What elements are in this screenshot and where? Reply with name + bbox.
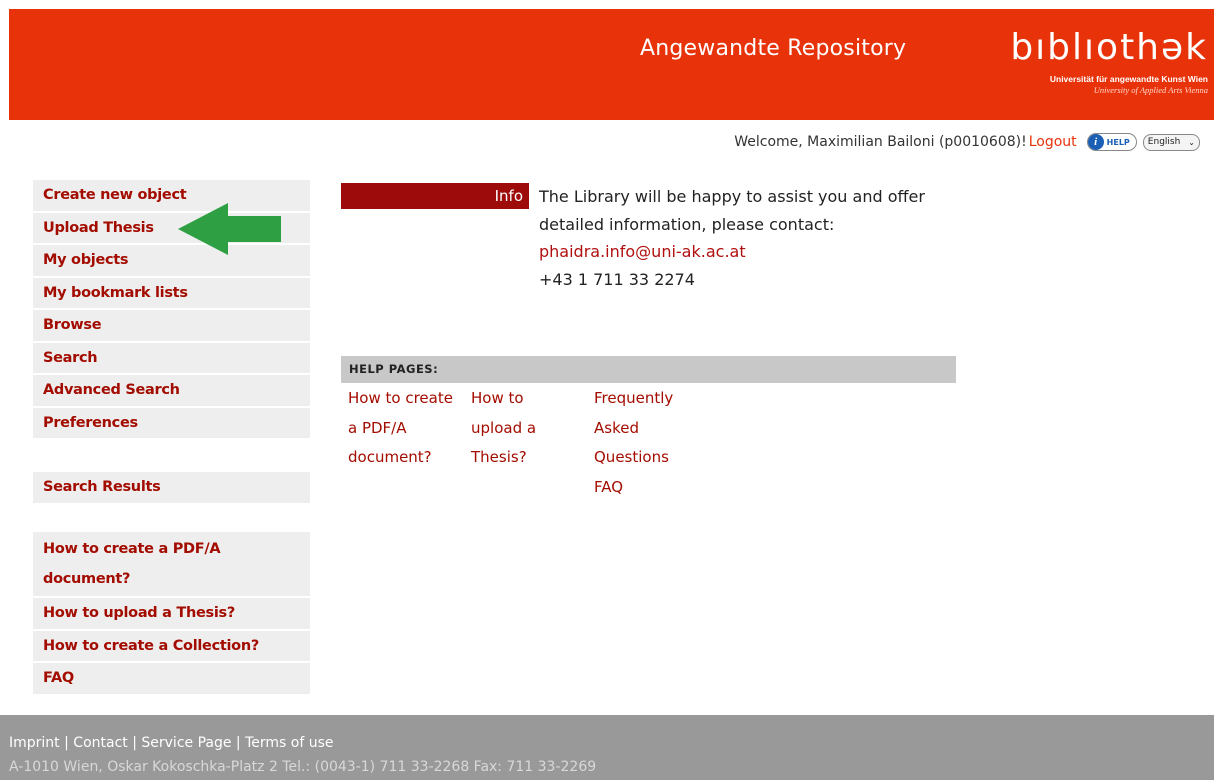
sidebar-help-menu: How to create a PDF/A document? How to u… [33, 532, 310, 696]
user-bar: Welcome, Maximilian Bailoni (p0010608)! … [734, 133, 1200, 151]
help-link-line: Questions [594, 448, 669, 466]
contact-email-link[interactable]: phaidra.info@uni-ak.ac.at [539, 238, 989, 266]
help-button[interactable]: i HELP [1086, 133, 1137, 151]
sidebar-results-menu: Search Results [33, 472, 310, 505]
sidebar-item-create-collection[interactable]: How to create a Collection? [33, 630, 310, 663]
help-link-line: a PDF/A [348, 418, 407, 437]
sidebar-item-upload-thesis-help[interactable]: How to upload a Thesis? [33, 598, 310, 631]
help-link-line: Thesis? [471, 448, 527, 466]
green-arrow-icon [178, 203, 281, 255]
sidebar-item-search-results[interactable]: Search Results [33, 472, 310, 505]
footer-links: Imprint | Contact | Service Page | Terms… [9, 735, 334, 751]
site-footer: Imprint | Contact | Service Page | Terms… [0, 715, 1214, 780]
logo-subtitle-de: Universität für angewandte Kunst Wien [1049, 74, 1208, 84]
language-value: English [1147, 137, 1181, 147]
sidebar-item-browse[interactable]: Browse [33, 310, 310, 343]
sidebar-item-my-bookmark-lists[interactable]: My bookmark lists [33, 277, 310, 310]
chevron-down-icon: ⌄ [1188, 137, 1195, 147]
help-link-faq[interactable]: Frequently Asked Questions FAQ [594, 384, 673, 502]
repository-title[interactable]: Angewandte Repository [640, 36, 906, 61]
help-link-upload-thesis[interactable]: How to upload a Thesis? [471, 384, 536, 473]
info-label-text: Info [494, 187, 523, 205]
logo-wordmark: bıblıothək [1010, 27, 1208, 68]
help-link-create-pdfa[interactable]: How to create a PDF/A document? [348, 384, 453, 473]
sidebar-item-search[interactable]: Search [33, 342, 310, 375]
logout-link[interactable]: Logout [1029, 134, 1077, 150]
sidebar-item-faq[interactable]: FAQ [33, 663, 310, 696]
help-link-line: Asked [594, 418, 639, 437]
contact-phone: +43 1 711 33 2274 [539, 269, 695, 289]
help-link-line: document? [348, 448, 432, 466]
sidebar-item-advanced-search[interactable]: Advanced Search [33, 375, 310, 408]
footer-imprint-link[interactable]: Imprint [9, 735, 60, 751]
site-header: Angewandte Repository bıblıothək Univers… [9, 9, 1214, 120]
info-label: Info [341, 183, 529, 209]
footer-address: A-1010 Wien, Oskar Kokoschka-Platz 2 Tel… [9, 759, 597, 775]
footer-contact-link[interactable]: Contact [73, 735, 127, 751]
help-link-line: Frequently [594, 389, 674, 407]
help-link-line: How to [471, 389, 524, 407]
help-link-line: upload a [471, 418, 537, 437]
info-contact-text: The Library will be happy to assist you … [539, 183, 989, 293]
welcome-text: Welcome, Maximilian Bailoni (p0010608)! [734, 134, 1027, 150]
help-link-line: FAQ [594, 477, 624, 496]
help-button-label: HELP [1106, 137, 1130, 147]
footer-service-link[interactable]: Service Page [141, 735, 231, 751]
footer-terms-link[interactable]: Terms of use [245, 735, 333, 751]
help-pages-heading: HELP PAGES: [341, 356, 956, 383]
logo-subtitle-en: University of Applied Arts Vienna [1093, 85, 1208, 95]
help-link-line: How to create [348, 389, 453, 407]
info-line-1: The Library will be happy to assist you … [539, 187, 925, 206]
info-line-2: detailed information, please contact: [539, 214, 835, 234]
sidebar-item-create-pdfa[interactable]: How to create a PDF/A document? [33, 532, 310, 598]
info-icon: i [1087, 134, 1104, 150]
sidebar-item-preferences[interactable]: Preferences [33, 407, 310, 440]
language-select[interactable]: English ⌄ [1142, 133, 1200, 151]
